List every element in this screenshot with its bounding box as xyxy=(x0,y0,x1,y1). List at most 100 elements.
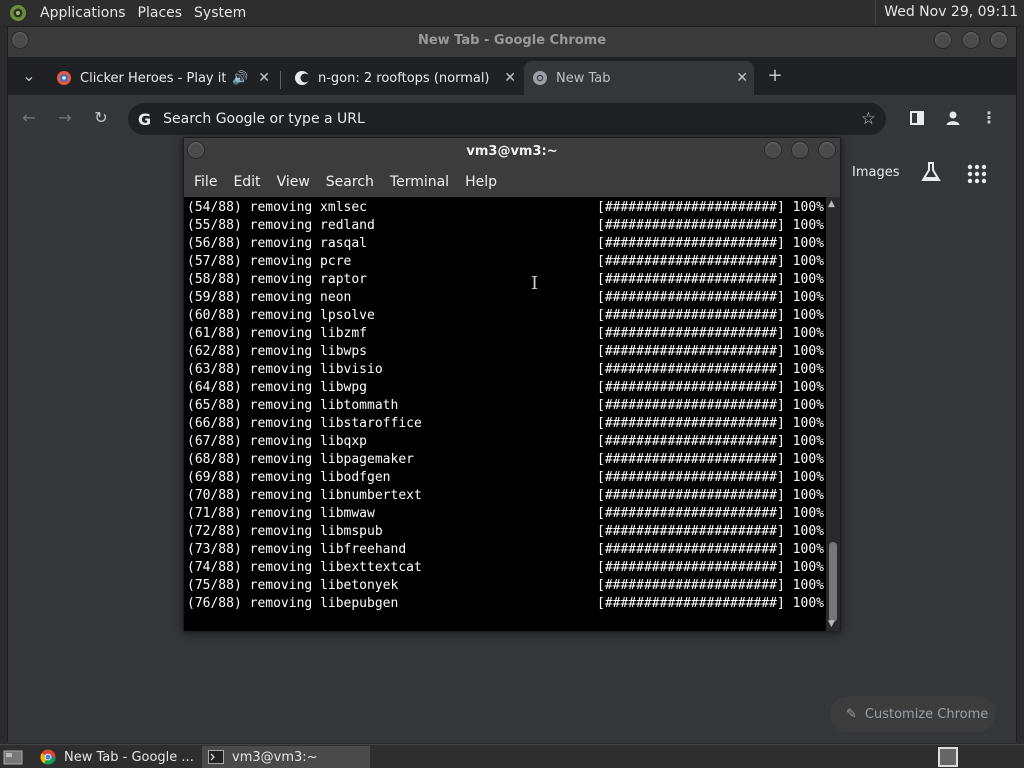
terminal-titlebar[interactable]: vm3@vm3:~ xyxy=(184,138,840,167)
taskbar-item-label: vm3@vm3:~ xyxy=(232,749,318,765)
new-tab-plus-icon[interactable]: + xyxy=(762,63,788,89)
progress-bar-text: [######################] xyxy=(597,254,785,269)
progress-percent: 100% xyxy=(792,578,824,593)
places-menu[interactable]: Places xyxy=(132,5,189,21)
menu-terminal[interactable]: Terminal xyxy=(384,174,455,190)
progress-bar-text: [######################] xyxy=(597,236,785,251)
terminal-window-title: vm3@vm3:~ xyxy=(466,144,558,159)
workspace-switcher[interactable] xyxy=(938,747,958,767)
kebab-menu-icon[interactable]: ⋮ xyxy=(976,105,1002,131)
taskbar-item-chrome[interactable]: New Tab - Google ... xyxy=(34,746,198,768)
progress-indicator: [######################] 100% xyxy=(597,469,824,487)
chrome-favicon-icon xyxy=(533,71,547,85)
side-panel-icon[interactable] xyxy=(904,105,930,131)
maximize-button[interactable] xyxy=(962,31,980,49)
progress-percent: 100% xyxy=(792,380,824,395)
terminal-line-text: (68/88) removing libpagemaker xyxy=(187,452,414,467)
progress-indicator: [######################] 100% xyxy=(597,361,824,379)
progress-indicator: [######################] 100% xyxy=(597,379,824,397)
tab-close-icon[interactable]: ✕ xyxy=(736,70,748,86)
tab-close-icon[interactable]: ✕ xyxy=(504,70,516,86)
customize-chrome-button[interactable]: ✎ Customize Chrome xyxy=(830,696,996,732)
omnibox[interactable]: G Search Google or type a URL ☆ xyxy=(128,103,886,135)
menu-view[interactable]: View xyxy=(271,174,316,190)
terminal-line-text: (67/88) removing libqxp xyxy=(187,434,368,449)
progress-indicator: [######################] 100% xyxy=(597,505,824,523)
progress-bar-text: [######################] xyxy=(597,506,785,521)
customize-chrome-label: Customize Chrome xyxy=(864,706,989,722)
progress-percent: 100% xyxy=(792,272,824,287)
chrome-toolbar: ← → ↻ G Search Google or type a URL ☆ ⋮ xyxy=(8,95,1016,141)
scrollbar-thumb[interactable] xyxy=(829,542,837,622)
reload-icon[interactable]: ↻ xyxy=(88,105,114,131)
menu-search[interactable]: Search xyxy=(320,174,380,190)
images-link[interactable]: Images xyxy=(852,165,900,180)
tab-clicker-heroes[interactable]: Clicker Heroes - Play it no 🔊 ✕ xyxy=(48,61,276,95)
tab-search-chevron-icon[interactable]: ⌄ xyxy=(16,63,42,89)
terminal-line: (66/88) removing libstaroffice [#########… xyxy=(187,415,826,433)
tab-title: Clicker Heroes - Play it no xyxy=(80,70,226,86)
scroll-down-arrow-icon[interactable]: ▼ xyxy=(828,619,835,629)
taskbar-item-terminal[interactable]: vm3@vm3:~ xyxy=(202,746,370,768)
progress-percent: 100% xyxy=(792,542,824,557)
google-apps-grid-icon[interactable] xyxy=(966,163,988,185)
menu-file[interactable]: File xyxy=(188,174,223,190)
terminal-line-text: (69/88) removing libodfgen xyxy=(187,470,391,485)
menu-edit[interactable]: Edit xyxy=(227,174,266,190)
terminal-window: vm3@vm3:~ File Edit View Search Terminal… xyxy=(183,137,841,631)
tab-title: New Tab xyxy=(556,70,611,86)
progress-bar-text: [######################] xyxy=(597,398,785,413)
terminal-line: (67/88) removing libqxp [################… xyxy=(187,433,826,451)
scroll-up-arrow-icon[interactable]: ▲ xyxy=(828,199,835,209)
terminal-line-text: (70/88) removing libnumbertext xyxy=(187,488,422,503)
progress-percent: 100% xyxy=(792,254,824,269)
bookmark-star-icon[interactable]: ☆ xyxy=(861,109,876,129)
labs-flask-icon[interactable] xyxy=(920,161,942,183)
terminal-line-text: (65/88) removing libtommath xyxy=(187,398,399,413)
terminal-scrollbar[interactable]: ▲ ▼ xyxy=(826,197,840,631)
terminal-line: (73/88) removing libfreehand [###########… xyxy=(187,541,826,559)
system-menu[interactable]: System xyxy=(188,5,252,21)
terminal-line-text: (57/88) removing pcre xyxy=(187,254,352,269)
maximize-button[interactable] xyxy=(791,141,809,159)
clock[interactable]: Wed Nov 29, 09:11 xyxy=(875,0,1024,25)
minimize-button[interactable] xyxy=(764,141,782,159)
terminal-output[interactable]: (54/88) removing xmlsec [################… xyxy=(184,197,826,631)
close-button[interactable] xyxy=(990,31,1008,49)
menu-help[interactable]: Help xyxy=(459,174,503,190)
show-desktop-icon[interactable] xyxy=(2,747,24,767)
omnibox-placeholder: Search Google or type a URL xyxy=(163,111,365,127)
terminal-line: (65/88) removing libtommath [############… xyxy=(187,397,826,415)
progress-indicator: [######################] 100% xyxy=(597,271,824,289)
progress-bar-text: [######################] xyxy=(597,578,785,593)
progress-bar-text: [######################] xyxy=(597,524,785,539)
terminal-line: (69/88) removing libodfgen [#############… xyxy=(187,469,826,487)
progress-percent: 100% xyxy=(792,290,824,305)
progress-percent: 100% xyxy=(792,218,824,233)
speaker-icon[interactable]: 🔊 xyxy=(232,71,248,86)
tab-separator xyxy=(280,71,281,89)
applications-menu[interactable]: Applications xyxy=(34,5,132,21)
progress-indicator: [######################] 100% xyxy=(597,217,824,235)
chrome-titlebar[interactable]: New Tab - Google Chrome xyxy=(8,27,1016,57)
progress-indicator: [######################] 100% xyxy=(597,577,824,595)
tab-n-gon[interactable]: n-gon: 2 rooftops (normal) ✕ xyxy=(284,61,522,95)
bottom-panel: New Tab - Google ... vm3@vm3:~ xyxy=(0,744,1024,768)
progress-bar-text: [######################] xyxy=(597,452,785,467)
terminal-line-text: (54/88) removing xmlsec xyxy=(187,200,368,215)
progress-bar-text: [######################] xyxy=(597,434,785,449)
back-arrow-icon[interactable]: ← xyxy=(16,105,42,131)
terminal-line-text: (64/88) removing libwpg xyxy=(187,380,368,395)
tab-close-icon[interactable]: ✕ xyxy=(258,70,270,86)
forward-arrow-icon[interactable]: → xyxy=(52,105,78,131)
distro-logo-icon[interactable] xyxy=(8,3,28,23)
profile-avatar-icon[interactable] xyxy=(940,105,966,131)
close-button[interactable] xyxy=(818,141,836,159)
progress-percent: 100% xyxy=(792,344,824,359)
terminal-line-text: (62/88) removing libwps xyxy=(187,344,368,359)
terminal-line-text: (55/88) removing redland xyxy=(187,218,375,233)
progress-indicator: [######################] 100% xyxy=(597,307,824,325)
minimize-button[interactable] xyxy=(934,31,952,49)
tab-new-tab[interactable]: New Tab ✕ xyxy=(524,61,754,95)
progress-bar-text: [######################] xyxy=(597,596,785,611)
